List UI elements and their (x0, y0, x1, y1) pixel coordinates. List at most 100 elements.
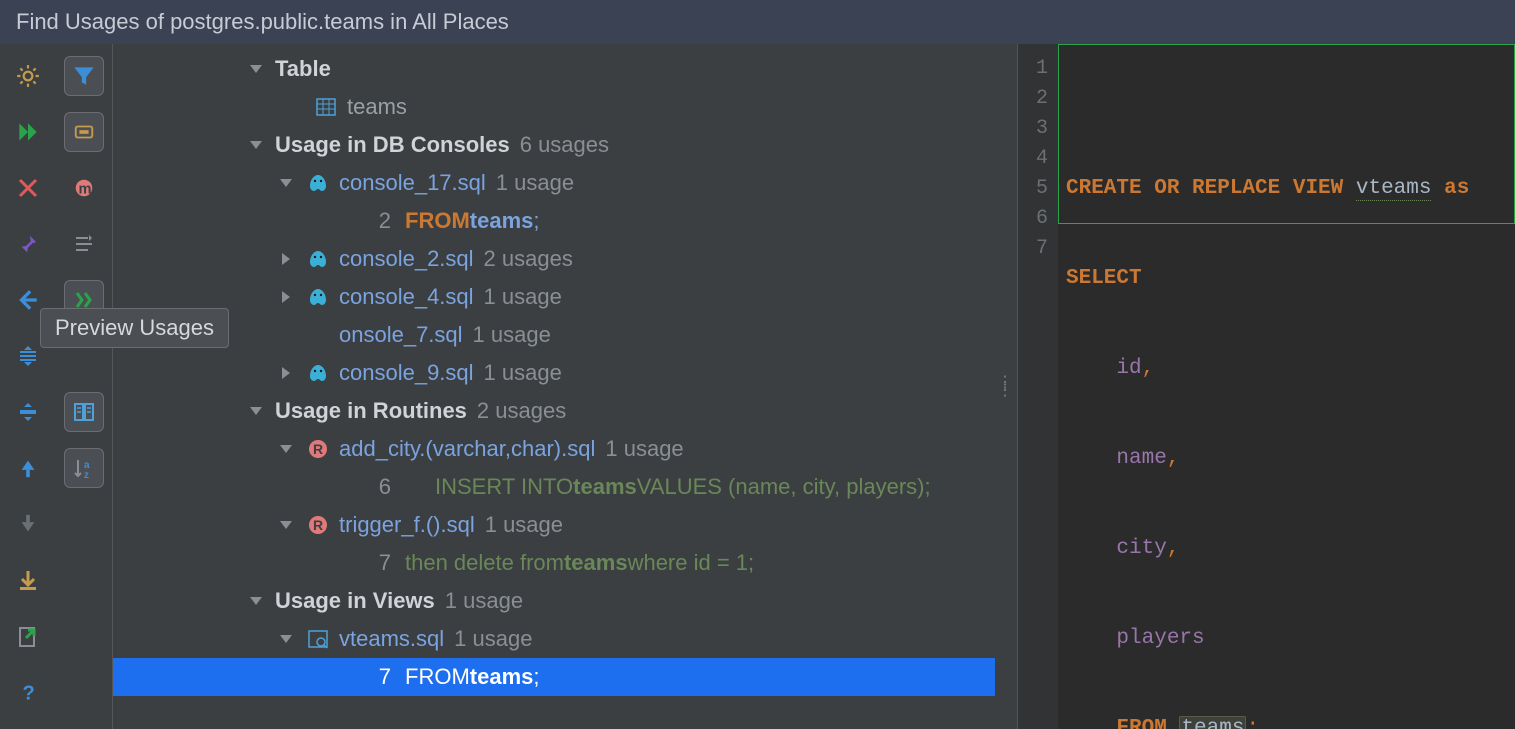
usage-count: 1 usage (484, 355, 562, 391)
code-token: CREATE OR REPLACE VIEW (1066, 177, 1356, 200)
filter-icon[interactable] (64, 56, 104, 96)
code-token: name (1066, 447, 1167, 470)
file-console-7[interactable]: onsole_7.sql 1 usage (113, 316, 995, 354)
file-console-2[interactable]: console_2.sql 2 usages (113, 240, 995, 278)
preview-editor: 1 2 3 4 5 6 7 CREATE OR REPLACE VIEW vte… (1017, 44, 1515, 729)
code-token: city (1066, 537, 1167, 560)
line-number: 7 (373, 545, 391, 581)
tool-column-1: ? (0, 44, 56, 729)
group-routines[interactable]: Usage in Routines 2 usages (113, 392, 995, 430)
chevron-down-icon[interactable] (243, 398, 269, 424)
file-console-4[interactable]: console_4.sql 1 usage (113, 278, 995, 316)
show-read-access-icon[interactable] (64, 224, 104, 264)
chevron-down-icon[interactable] (273, 170, 299, 196)
close-icon[interactable] (8, 168, 48, 208)
file-name: add_city.(varchar,char).sql (339, 431, 595, 467)
usage-count: 1 usage (445, 583, 523, 619)
code-token: id (1066, 357, 1142, 380)
group-by-method-icon[interactable]: m (64, 168, 104, 208)
code-match: teams (470, 659, 534, 695)
usage-line[interactable]: 6 INSERT INTO teams VALUES (name, city, … (113, 468, 995, 506)
postgres-icon (305, 170, 331, 196)
group-label: Usage in Routines (275, 393, 467, 429)
usage-count: 1 usage (485, 507, 563, 543)
main-area: ? m az Preview Usages Table teams (0, 44, 1515, 729)
grip-dots-icon: ⋮⋮ (997, 379, 1015, 395)
file-console-17[interactable]: console_17.sql 1 usage (113, 164, 995, 202)
chevron-down-icon[interactable] (243, 588, 269, 614)
line-number: 2 (1018, 84, 1048, 114)
group-db-consoles[interactable]: Usage in DB Consoles 6 usages (113, 126, 995, 164)
file-name: onsole_7.sql (339, 317, 463, 353)
chevron-down-icon[interactable] (243, 132, 269, 158)
code-token: ; (1246, 717, 1259, 729)
settings-icon[interactable] (8, 56, 48, 96)
code-token: vteams (1356, 177, 1432, 201)
code-tail: ; (533, 203, 539, 239)
code-fragment: INSERT INTO (435, 469, 573, 505)
open-in-new-tab-icon[interactable] (8, 616, 48, 656)
usages-tree-pane[interactable]: Table teams Usage in DB Consoles 6 usage… (113, 44, 995, 729)
line-number: 6 (373, 469, 391, 505)
view-icon (305, 626, 331, 652)
group-table[interactable]: Table (113, 50, 995, 88)
postgres-icon (305, 360, 331, 386)
usage-line-selected[interactable]: 7 FROM teams; (113, 658, 995, 696)
usage-line[interactable]: 7 then delete from teams where id = 1; (113, 544, 995, 582)
routine-icon: R (305, 512, 331, 538)
code-token: FROM (1116, 717, 1166, 729)
file-trigger-f[interactable]: R trigger_f.().sql 1 usage (113, 506, 995, 544)
file-add-city[interactable]: R add_city.(varchar,char).sql 1 usage (113, 430, 995, 468)
code-token (1066, 717, 1116, 729)
routine-icon: R (305, 436, 331, 462)
help-icon[interactable]: ? (8, 672, 48, 712)
sort-alphabetically-icon[interactable]: az (64, 448, 104, 488)
file-name: console_17.sql (339, 165, 486, 201)
pin-icon[interactable] (8, 224, 48, 264)
line-number: 6 (1018, 204, 1048, 234)
usage-count: 1 usage (496, 165, 574, 201)
editor-gutter: 1 2 3 4 5 6 7 (1018, 44, 1058, 729)
line-number: 5 (1018, 174, 1048, 204)
usage-count: 1 usage (473, 317, 551, 353)
code-tail: ; (533, 659, 539, 695)
svg-text:m: m (79, 182, 92, 198)
line-number: 7 (1018, 234, 1048, 264)
open-in-browser-icon[interactable] (64, 392, 104, 432)
code-match: teams (470, 203, 534, 239)
svg-text:R: R (313, 517, 323, 533)
code-token (1167, 717, 1180, 729)
chevron-down-icon[interactable] (273, 626, 299, 652)
export-icon[interactable] (8, 560, 48, 600)
next-occurrence-icon[interactable] (8, 504, 48, 544)
group-by-module-icon[interactable] (64, 112, 104, 152)
splitter-handle[interactable]: ⋮⋮ (995, 44, 1017, 729)
code-fragment: FROM (405, 659, 470, 695)
code-token: as (1431, 177, 1469, 200)
chevron-down-icon[interactable] (273, 436, 299, 462)
line-number: 1 (1018, 54, 1048, 84)
chevron-right-icon[interactable] (273, 284, 299, 310)
table-item-teams[interactable]: teams (113, 88, 995, 126)
group-label: Usage in Views (275, 583, 435, 619)
expand-all-icon[interactable] (8, 336, 48, 376)
back-icon[interactable] (8, 280, 48, 320)
file-name: vteams.sql (339, 621, 444, 657)
collapse-all-icon[interactable] (8, 392, 48, 432)
chevron-right-icon[interactable] (273, 360, 299, 386)
preview-usages-icon[interactable] (64, 280, 104, 320)
editor-code[interactable]: CREATE OR REPLACE VIEW vteams as SELECT … (1058, 44, 1515, 729)
line-number: 3 (1018, 114, 1048, 144)
usage-line[interactable]: 2 FROM teams; (113, 202, 995, 240)
file-vteams[interactable]: vteams.sql 1 usage (113, 620, 995, 658)
code-fragment: FROM (405, 203, 470, 239)
rerun-icon[interactable] (8, 112, 48, 152)
chevron-down-icon[interactable] (243, 56, 269, 82)
code-fragment: then delete from (405, 545, 564, 581)
group-views[interactable]: Usage in Views 1 usage (113, 582, 995, 620)
file-name: console_9.sql (339, 355, 474, 391)
file-console-9[interactable]: console_9.sql 1 usage (113, 354, 995, 392)
chevron-down-icon[interactable] (273, 512, 299, 538)
prev-occurrence-icon[interactable] (8, 448, 48, 488)
chevron-right-icon[interactable] (273, 246, 299, 272)
